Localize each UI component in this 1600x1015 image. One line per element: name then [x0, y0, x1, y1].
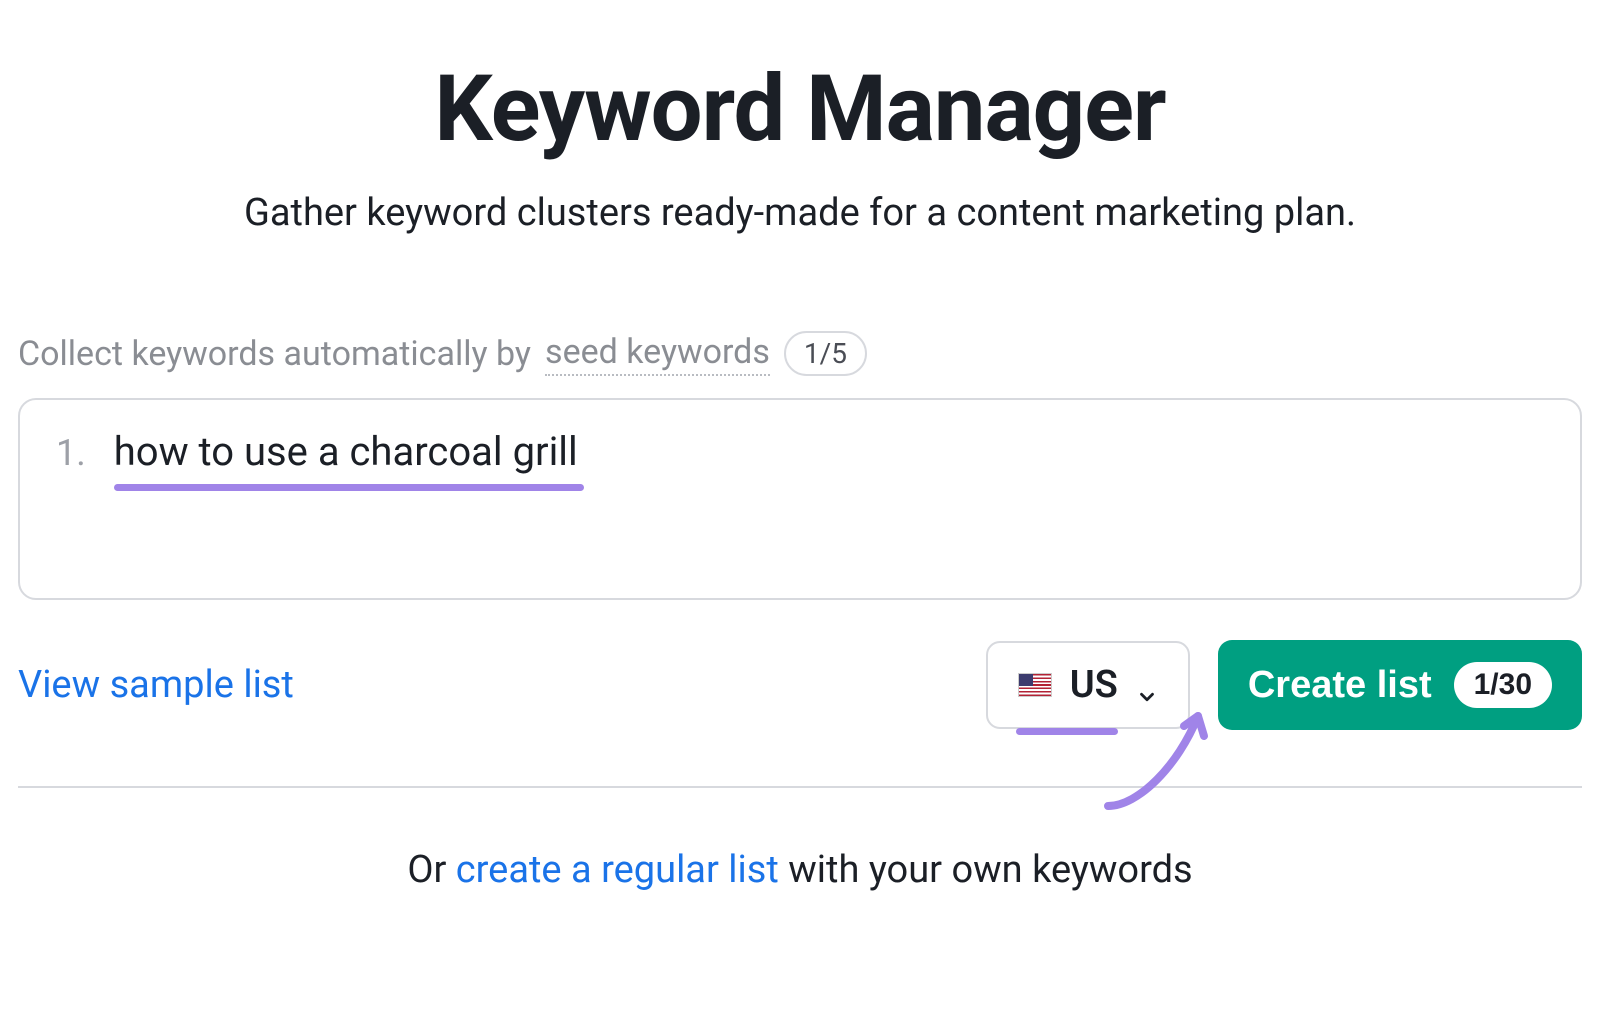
create-list-counter: 1/30 [1454, 662, 1552, 708]
seed-section-label: Collect keywords automatically by seed k… [18, 331, 1582, 376]
seed-keyword-text[interactable]: how to use a charcoal grill [114, 428, 578, 485]
view-sample-list-link[interactable]: View sample list [18, 663, 294, 707]
actions-row: View sample list US Create list 1/30 [18, 640, 1582, 730]
create-list-label: Create list [1248, 664, 1432, 707]
create-regular-list-link[interactable]: create a regular list [456, 848, 779, 892]
regular-list-prompt: Or create a regular list with your own k… [18, 848, 1582, 892]
seed-keyword-row: 1. how to use a charcoal grill [56, 428, 1544, 485]
seed-counter-badge: 1/5 [784, 331, 867, 376]
create-list-button[interactable]: Create list 1/30 [1218, 640, 1582, 730]
page-subtitle: Gather keyword clusters ready-made for a… [18, 191, 1582, 235]
country-select[interactable]: US [986, 641, 1190, 729]
regular-list-suffix: with your own keywords [788, 848, 1192, 892]
regular-list-prefix: Or [407, 848, 455, 892]
page-title: Keyword Manager [18, 56, 1582, 163]
annotation-underline [1016, 728, 1118, 735]
section-divider [18, 786, 1582, 788]
chevron-down-icon [1136, 674, 1158, 696]
seed-keyword-index: 1. [56, 432, 86, 474]
seed-keyword-input-box[interactable]: 1. how to use a charcoal grill [18, 398, 1582, 600]
seed-keywords-term: seed keywords [545, 332, 770, 376]
country-code: US [1070, 663, 1118, 707]
seed-label-prefix: Collect keywords automatically by [18, 334, 531, 374]
us-flag-icon [1018, 673, 1052, 697]
